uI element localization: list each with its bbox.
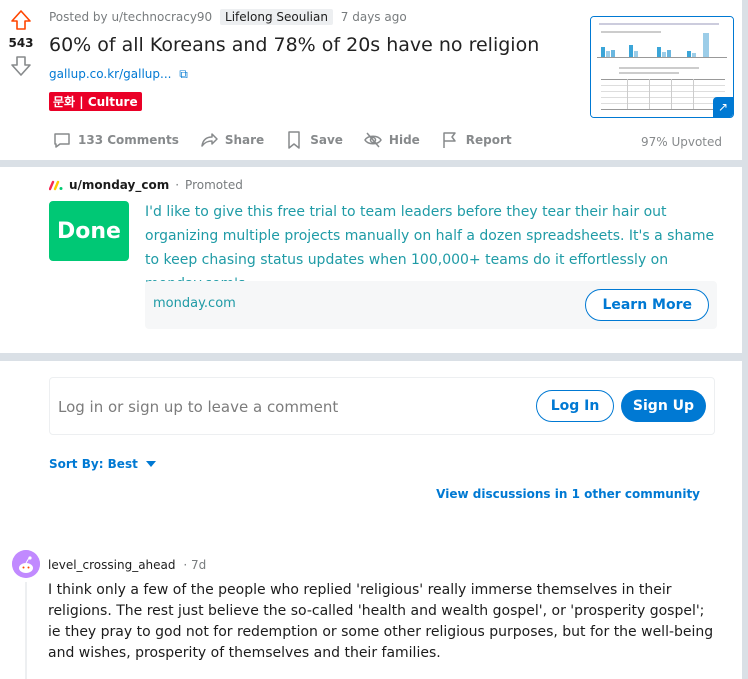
vote-column: 543 — [8, 8, 34, 78]
save-label: Save — [310, 133, 343, 147]
share-arrow-icon — [201, 133, 218, 147]
comments-label: 133 Comments — [78, 133, 179, 147]
eye-slash-icon — [364, 132, 382, 148]
save-button[interactable]: Save — [284, 130, 343, 150]
expand-icon[interactable]: ↗ — [713, 97, 733, 117]
comment-author[interactable]: level_crossing_ahead — [48, 558, 176, 572]
comment-thread-line[interactable] — [25, 582, 27, 679]
promo-thumbnail[interactable]: Done — [49, 201, 129, 261]
promo-username[interactable]: u/monday_com — [69, 178, 169, 192]
log-in-button[interactable]: Log In — [536, 390, 614, 422]
share-label: Share — [224, 133, 265, 147]
user-flair: Lifelong Seoulian — [220, 9, 333, 25]
avatar[interactable] — [12, 550, 40, 578]
promoted-label: Promoted — [185, 178, 243, 192]
report-button[interactable]: Report — [440, 130, 512, 150]
flag-icon — [443, 132, 456, 148]
sort-label: Sort By: Best — [49, 457, 138, 471]
post-link-text[interactable]: gallup.co.kr/gallup... — [49, 67, 171, 81]
sign-up-button[interactable]: Sign Up — [621, 390, 706, 422]
comment-meta: level_crossing_ahead · 7d — [48, 558, 206, 572]
login-prompt: Log in or sign up to leave a comment — [58, 398, 339, 416]
share-button[interactable]: Share — [199, 130, 264, 150]
sort-dropdown[interactable]: Sort By: Best — [49, 457, 156, 471]
vote-count: 543 — [8, 36, 34, 50]
post-actions: 133 Comments Share Save Hide Report — [52, 130, 512, 150]
upvote-ratio: 97% Upvoted — [640, 135, 722, 149]
post-meta: Posted by u/technocracy90 Lifelong Seoul… — [49, 9, 407, 25]
post-flair[interactable]: 문화 | Culture — [49, 92, 142, 111]
comment-body: I think only a few of the people who rep… — [48, 582, 714, 661]
hide-label: Hide — [388, 133, 420, 147]
post-thumbnail[interactable]: ↗ — [590, 16, 734, 118]
comment-time: · 7d — [183, 558, 207, 572]
promoted-post-card: u/monday_com · Promoted Done I'd like to… — [0, 167, 742, 353]
comments-section: Log in or sign up to leave a comment Log… — [0, 361, 742, 679]
promo-cta-bar: monday.com Learn More — [145, 281, 717, 329]
posted-by[interactable]: Posted by u/technocracy90 — [49, 10, 212, 24]
external-link-icon: ⧉ — [179, 67, 188, 81]
comment-login-box: Log in or sign up to leave a comment Log… — [49, 377, 715, 435]
post-title[interactable]: 60% of all Koreans and 78% of 20s have n… — [49, 34, 539, 56]
upvote-arrow-icon[interactable] — [9, 8, 33, 32]
bookmark-icon — [288, 131, 300, 149]
snoo-avatar-icon — [12, 550, 40, 578]
downvote-arrow-icon[interactable] — [9, 54, 33, 78]
comment-bubble-icon — [54, 133, 70, 148]
promo-dot: · — [175, 178, 180, 192]
post-card: 543 Posted by u/technocracy90 Lifelong S… — [0, 0, 742, 160]
learn-more-button[interactable]: Learn More — [585, 289, 709, 321]
hide-button[interactable]: Hide — [363, 130, 420, 150]
monday-logo-icon — [49, 180, 63, 191]
post-link[interactable]: gallup.co.kr/gallup... ⧉ — [49, 67, 188, 82]
promo-domain[interactable]: monday.com — [153, 296, 236, 311]
comments-button[interactable]: 133 Comments — [52, 130, 179, 150]
post-time: 7 days ago — [340, 10, 407, 24]
promo-header: u/monday_com · Promoted — [49, 178, 243, 192]
caret-down-icon — [145, 461, 156, 467]
report-label: Report — [465, 133, 512, 147]
view-discussions-link[interactable]: View discussions in 1 other community — [436, 487, 700, 501]
